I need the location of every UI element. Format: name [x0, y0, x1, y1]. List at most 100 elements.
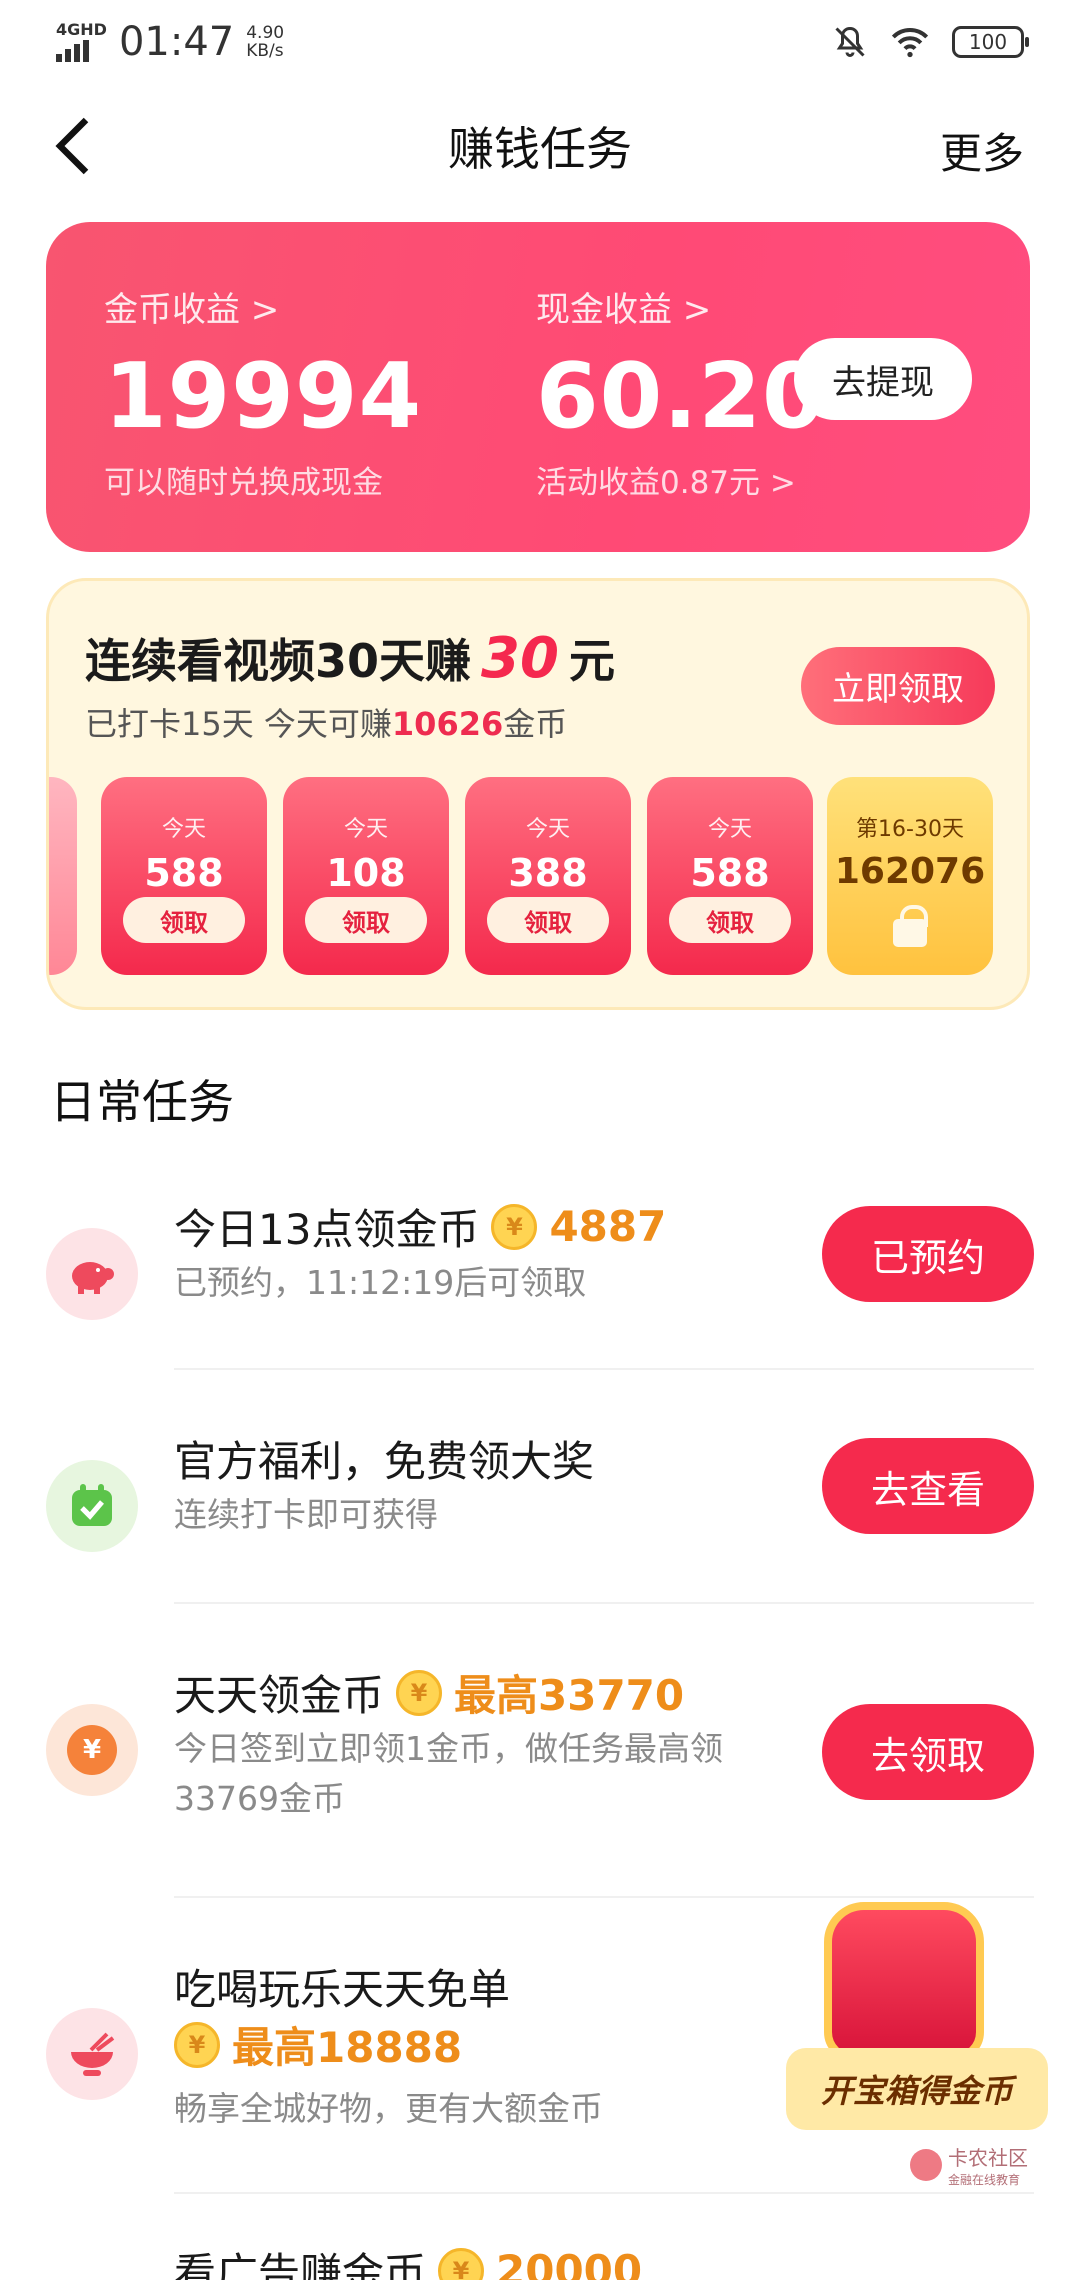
watermark: 卡农社区 金融在线教育	[910, 2142, 1028, 2188]
day-label: 今天	[525, 817, 570, 842]
task-desc: 已预约，11:12:19后可领取	[174, 1263, 587, 1302]
coin-earnings-value: 19994	[104, 344, 423, 449]
coin-icon: ¥	[174, 2021, 220, 2068]
task-desc-line: 今日签到立即领1金币，做任务最高领	[174, 1729, 723, 1768]
view-button[interactable]: 去查看	[822, 1438, 1034, 1534]
coin-earnings-label: 金币收益 >	[104, 290, 280, 330]
day-claim-button[interactable]: 领取	[669, 897, 791, 943]
wifi-icon	[891, 28, 929, 58]
day-card-previous	[49, 777, 77, 975]
task-title: 官方福利，免费领大奖	[174, 1428, 594, 1489]
treasure-chest-label: 开宝箱得金币	[786, 2048, 1048, 2130]
task-reward: 20000	[496, 2246, 643, 2280]
day-card[interactable]: 今天 108 领取	[283, 777, 449, 975]
day-label: 今天	[343, 817, 388, 842]
divider	[174, 2192, 1034, 2194]
treasure-chest-icon	[824, 1902, 984, 2062]
more-button[interactable]: 更多	[940, 120, 1024, 181]
back-button[interactable]	[54, 116, 114, 176]
locked-reward-card[interactable]: 第16-30天 162076	[827, 777, 993, 975]
reserved-button[interactable]: 已预约	[822, 1206, 1034, 1302]
day-card[interactable]: 今天 388 领取	[465, 777, 631, 975]
task-title-text: 吃喝玩乐天天免单	[174, 1965, 511, 2014]
day-label: 今天	[161, 817, 206, 842]
day-label: 今天	[707, 817, 752, 842]
page-title: 赚钱任务	[448, 122, 632, 176]
speed-value: 4.90	[246, 23, 285, 43]
day-card[interactable]: 今天 588 领取	[101, 777, 267, 975]
task-desc: 畅享全城好物，更有大额金币	[174, 2089, 603, 2128]
network-speed: 4.90 KB/s	[246, 24, 284, 60]
speed-unit: KB/s	[246, 41, 284, 61]
day-value: 588	[690, 851, 770, 895]
piggy-bank-icon	[46, 1228, 138, 1320]
battery-indicator: 100	[952, 26, 1029, 58]
day-claim-button[interactable]: 领取	[305, 897, 427, 943]
streak-title: 连续看视频30天赚 30 元	[85, 625, 615, 691]
treasure-chest-widget[interactable]: 开宝箱得金币	[778, 1902, 1050, 2138]
chevron-left-icon	[55, 117, 89, 175]
streak-sub-value: 10626	[391, 705, 504, 743]
task-reward: 最高18888	[232, 2023, 463, 2072]
daily-tasks-title: 日常任务	[50, 1075, 234, 1129]
task-reward: 4887	[549, 1202, 667, 1251]
cash-earnings-label: 现金收益 >	[536, 290, 712, 330]
claim-now-button[interactable]: 立即领取	[801, 647, 995, 725]
task-reward-line: ¥ 最高18888	[174, 2014, 462, 2075]
day-value: 108	[326, 851, 406, 895]
day-claim-button[interactable]: 领取	[487, 897, 609, 943]
cash-earnings-value: 60.20	[536, 344, 826, 449]
task-reward: 最高33770	[454, 1671, 685, 1720]
locked-reward-value: 162076	[834, 851, 986, 892]
divider	[174, 1896, 1034, 1898]
watermark-sub: 金融在线教育	[948, 2173, 1021, 2187]
lock-icon	[893, 905, 928, 947]
task-title: 今日13点领金币 ¥ 4887	[174, 1196, 666, 1257]
task-title-text: 看广告赚金币	[174, 2249, 427, 2280]
cash-earnings[interactable]: 现金收益 > 60.20 活动收益0.87元 >	[536, 282, 826, 502]
yuan-coin-icon: ¥	[46, 1704, 138, 1796]
signal-indicator: 4GHD	[56, 22, 107, 62]
task-title-text: 官方福利，免费领大奖	[174, 1437, 595, 1486]
streak-title-prefix: 连续看视频30天赚	[85, 634, 472, 688]
day-value: 388	[508, 851, 588, 895]
signal-bars-icon	[56, 40, 89, 62]
task-title: 天天领金币 ¥ 最高33770	[174, 1662, 684, 1723]
earnings-card: 金币收益 > 19994 可以随时兑换成现金 现金收益 > 60.20 活动收益…	[46, 222, 1030, 552]
watermark-text: 卡农社区	[948, 2146, 1028, 2170]
page-header: 赚钱任务 更多	[0, 96, 1080, 196]
coin-earnings-sub: 可以随时兑换成现金	[104, 465, 383, 501]
task-desc: 今日签到立即领1金币，做任务最高领 33769金币	[174, 1724, 723, 1824]
network-type: 4GHD	[56, 20, 107, 39]
divider	[174, 1602, 1034, 1604]
task-desc: 连续打卡即可获得	[174, 1495, 438, 1534]
status-bar: 4GHD 01:47 4.90 KB/s 100	[0, 0, 1080, 84]
day-claim-button[interactable]: 领取	[123, 897, 245, 943]
calendar-check-icon	[46, 1460, 138, 1552]
task-title-text: 天天领金币	[174, 1671, 385, 1720]
coin-icon: ¥	[491, 1203, 538, 1250]
watermark-logo	[910, 2149, 942, 2181]
task-title-text: 今日13点领金币	[174, 1205, 480, 1254]
activity-earnings-link[interactable]: 活动收益0.87元 >	[536, 457, 826, 502]
coin-icon: ¥	[396, 1669, 443, 1716]
day-value: 588	[144, 851, 224, 895]
streak-subtitle: 已打卡15天 今天可赚10626金币	[85, 699, 567, 745]
withdraw-button[interactable]: 去提现	[794, 338, 972, 420]
divider	[174, 1368, 1034, 1370]
streak-title-suffix: 元	[568, 634, 615, 688]
streak-sub-suffix: 金币	[503, 705, 568, 743]
streak-title-amount: 30	[481, 626, 559, 691]
task-desc-line: 33769金币	[174, 1779, 345, 1818]
mute-bell-icon	[835, 26, 865, 57]
claim-coins-button[interactable]: 去领取	[822, 1704, 1034, 1800]
video-streak-card: 连续看视频30天赚 30 元 已打卡15天 今天可赚10626金币 立即领取 今…	[46, 578, 1030, 1010]
status-time: 01:47	[118, 19, 235, 65]
locked-reward-label: 第16-30天	[856, 817, 964, 842]
task-title: 看广告赚金币 ¥ 20000	[174, 2240, 642, 2280]
task-title: 吃喝玩乐天天免单	[174, 1956, 510, 2017]
streak-sub-prefix: 已打卡15天 今天可赚	[85, 705, 392, 743]
day-card[interactable]: 今天 588 领取	[647, 777, 813, 975]
coin-earnings[interactable]: 金币收益 > 19994 可以随时兑换成现金	[104, 282, 422, 502]
coin-icon: ¥	[438, 2247, 485, 2280]
